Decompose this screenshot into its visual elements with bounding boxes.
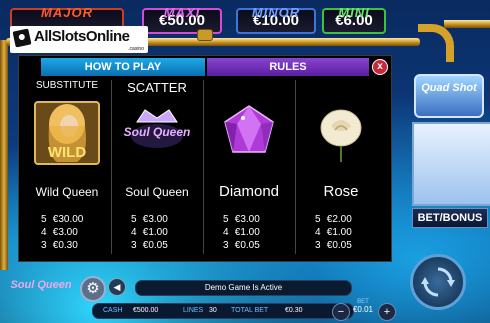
tab-rules[interactable]: RULES [207, 58, 369, 76]
pay-row: 4 €3.00 [41, 227, 78, 238]
symbol-name-soul-queen: Soul Queen [125, 185, 189, 199]
demo-status-bar: Demo Game Is Active [135, 280, 352, 296]
symbol-name-wild-queen: Wild Queen [35, 185, 99, 199]
side-feature-window [412, 122, 490, 206]
jackpot-mini: MINI €6.00 [322, 5, 386, 34]
column-divider [203, 80, 204, 254]
pay-row: 5 €2.00 [315, 214, 352, 225]
symbol-column-wild-queen: SUBSTITUTE WILD Wild Queen 5 €30.00 4 €3… [23, 78, 111, 256]
lines-value: 30 [209, 307, 217, 314]
bet-bonus-button[interactable]: BET/BONUS [412, 208, 488, 228]
gold-pipe-left [0, 40, 8, 270]
symbol-column-diamond: Diamond 5 €3.00 4 €1.00 3 €0.05 [205, 78, 293, 256]
symbol-column-soul-queen: SCATTER Soul Queen Soul Queen 5 €3.00 4 … [113, 78, 201, 256]
cash-value: €500.00 [133, 307, 159, 314]
symbol-name-rose: Rose [323, 183, 359, 200]
game-scene: MAJOR MAXI €50.00 MINOR €10.00 MINI €6.0… [0, 0, 490, 323]
jackpot-maxi-label: MAXI [163, 5, 201, 20]
jackpot-major-label: MAJOR [41, 5, 93, 20]
lines-label: LINES [183, 307, 204, 314]
pay-row: 3 €0.30 [41, 240, 78, 251]
column-divider [295, 80, 296, 254]
pay-row: 4 €1.00 [223, 227, 260, 238]
control-bar: Soul Queen ⚙ ◀ Demo Game Is Active CASH … [0, 270, 490, 323]
stats-bar: CASH €500.00 LINES 30 TOTAL BET €0.30 [92, 303, 354, 319]
sound-button[interactable]: ◀ [108, 278, 126, 296]
rose-symbol [301, 96, 381, 170]
symbol-column-rose: Rose 5 €2.00 4 €1.00 3 €0.05 [297, 78, 385, 256]
diamond-symbol [209, 96, 289, 170]
symbol-name-diamond: Diamond [218, 183, 280, 200]
watermark-logo: AllSlotsOnline .casino [10, 26, 148, 53]
bet-display: BET €0.01 [352, 299, 374, 319]
side-panel: Quad Shot BET/BONUS [410, 72, 490, 232]
close-button[interactable]: x [372, 59, 388, 75]
bet-decrease-button[interactable]: − [332, 303, 350, 321]
quad-shot-text: Quad Shot [421, 82, 477, 94]
soul-queen-logo-text: Soul Queen [10, 279, 72, 291]
cash-label: CASH [103, 307, 123, 314]
pay-row: 3 €0.05 [131, 240, 168, 251]
pay-row: 3 €0.05 [223, 240, 260, 251]
soul-queen-logo: Soul Queen [2, 270, 80, 314]
bet-value: €0.01 [352, 305, 374, 314]
jackpot-minor-label: MINOR [251, 5, 301, 20]
substitute-heading: SUBSTITUTE [35, 80, 99, 91]
speaker-icon: ◀ [113, 282, 121, 292]
pot-icon [197, 29, 213, 41]
soul-queen-symbol: Soul Queen [117, 96, 197, 170]
gear-icon: ⚙ [86, 280, 100, 297]
watermark-subtext: .casino [128, 46, 144, 52]
paytable-rose: 5 €2.00 4 €1.00 3 €0.05 [315, 213, 352, 252]
pay-row: 4 €1.00 [131, 227, 168, 238]
soul-queen-symbol-text: Soul Queen [123, 125, 191, 139]
scatter-heading: SCATTER [127, 80, 187, 95]
pay-row: 5 €3.00 [223, 214, 260, 225]
paytable-tabs: HOW TO PLAY RULES [41, 58, 369, 76]
pay-row: 3 €0.05 [315, 240, 352, 251]
wild-queen-symbol: WILD [27, 96, 107, 170]
pay-row: 4 €1.00 [315, 227, 352, 238]
casino-chip-icon [12, 28, 32, 48]
total-bet-value: €0.30 [285, 307, 303, 314]
jackpot-minor: MINOR €10.00 [236, 5, 316, 34]
pay-row: 5 €30.00 [41, 214, 84, 225]
wild-symbol-text: WILD [47, 144, 87, 161]
bet-increase-button[interactable]: + [378, 303, 396, 321]
watermark-text: AllSlotsOnline [34, 28, 130, 45]
paytable-diamond: 5 €3.00 4 €1.00 3 €0.05 [223, 213, 260, 252]
paytable-panel: HOW TO PLAY RULES x SUBSTITUTE WILD Wild… [18, 55, 392, 262]
paytable-wild-queen: 5 €30.00 4 €3.00 3 €0.30 [41, 213, 83, 252]
tab-how-to-play[interactable]: HOW TO PLAY [41, 58, 205, 76]
settings-button[interactable]: ⚙ [80, 276, 106, 302]
quad-shot-logo: Quad Shot [414, 74, 484, 118]
total-bet-label: TOTAL BET [231, 307, 269, 314]
paytable-soul-queen: 5 €3.00 4 €1.00 3 €0.05 [131, 213, 168, 252]
jackpot-mini-label: MINI [338, 5, 370, 20]
column-divider [111, 80, 112, 254]
pay-row: 5 €3.00 [131, 214, 168, 225]
